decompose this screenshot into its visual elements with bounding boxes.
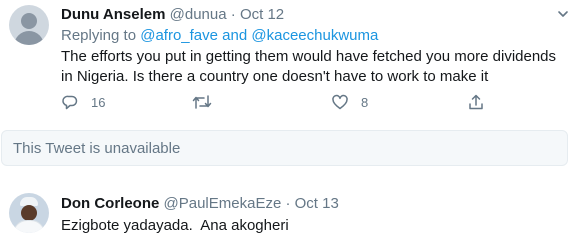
avatar-face-shape — [21, 205, 37, 221]
header-separator: · — [230, 6, 236, 23]
author-name[interactable]: Don Corleone — [61, 195, 159, 212]
tweet-text: The efforts you put in getting them woul… — [61, 48, 557, 85]
replying-prefix: Replying to — [61, 27, 137, 44]
reply-count: 16 — [91, 94, 106, 110]
unavailable-tweet-notice: This Tweet is unavailable — [1, 130, 568, 166]
author-name[interactable]: Dunu Anselem — [61, 6, 165, 23]
tweet-text: Ezigbote yadayada. Ana akogheri — [61, 217, 289, 234]
tweet-date[interactable]: Oct 12 — [240, 6, 284, 23]
like-icon — [332, 94, 348, 110]
header-separator: · — [285, 195, 291, 212]
caret-down-icon[interactable] — [557, 8, 569, 20]
unavailable-text: This Tweet is unavailable — [13, 140, 181, 157]
tweet-actions: 16 8 — [61, 92, 491, 112]
retweet-button[interactable] — [192, 92, 212, 112]
avatar-body-shape — [14, 31, 44, 45]
retweet-icon — [192, 95, 212, 109]
avatar[interactable] — [9, 5, 49, 45]
tweet-header: Don Corleone @PaulEmekaEze · Oct 13 — [61, 194, 339, 213]
avatar-head-shape — [21, 13, 37, 29]
tweet-card[interactable]: Don Corleone @PaulEmekaEze · Oct 13 Ezig… — [0, 185, 579, 240]
reply-icon — [62, 95, 78, 110]
tweet-date[interactable]: Oct 13 — [295, 195, 339, 212]
tweet-card[interactable]: Dunu Anselem @dunua · Oct 12 Replying to… — [0, 0, 579, 120]
replying-to: Replying to @afro_fave and @kaceechukwum… — [61, 26, 378, 45]
share-button[interactable] — [467, 92, 485, 112]
avatar[interactable] — [9, 193, 49, 233]
share-icon — [469, 94, 483, 110]
like-button[interactable]: 8 — [331, 92, 368, 112]
author-handle[interactable]: @dunua — [170, 6, 227, 23]
reply-handle-link[interactable]: @kaceechukwuma — [251, 27, 378, 44]
avatar-robe-shape — [13, 220, 45, 233]
reply-handle-link[interactable]: @afro_fave — [140, 27, 218, 44]
author-handle[interactable]: @PaulEmekaEze — [164, 195, 282, 212]
reply-and-text: and — [222, 27, 248, 44]
tweet-header: Dunu Anselem @dunua · Oct 12 — [61, 5, 284, 24]
reply-button[interactable]: 16 — [61, 92, 105, 112]
like-count: 8 — [361, 94, 369, 110]
